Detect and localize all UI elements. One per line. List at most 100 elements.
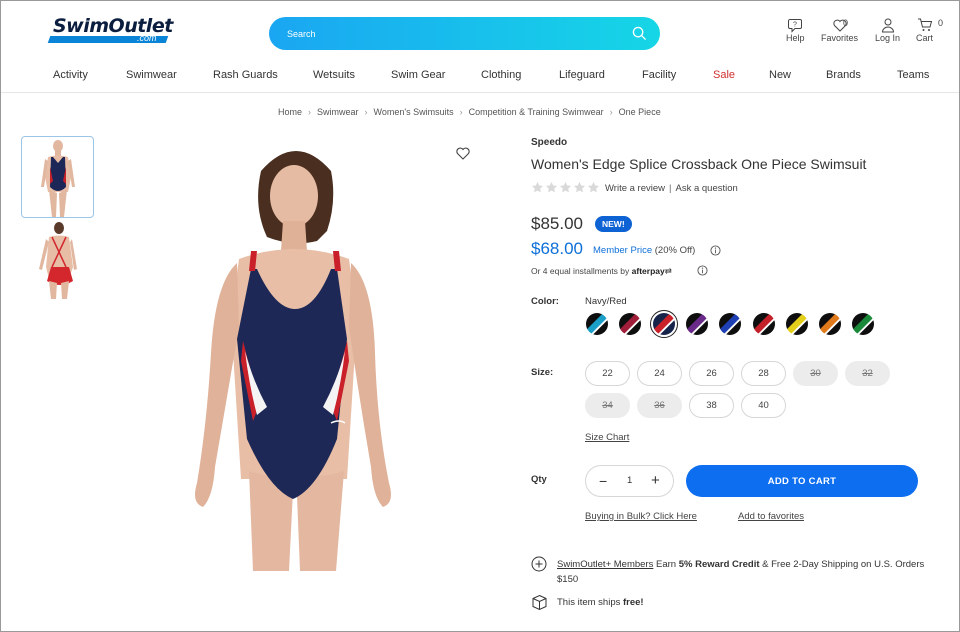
cart-link[interactable]: 0 Cart (916, 17, 943, 43)
star-icon (531, 181, 544, 193)
size-option: 30 (793, 361, 838, 386)
qty-decrease-button[interactable]: − (599, 473, 607, 489)
member-price-label: Member Price (20% Off) (593, 245, 695, 256)
qty-value[interactable]: 1 (627, 475, 632, 486)
product-main-image[interactable] (191, 141, 401, 571)
add-to-favorites-link[interactable]: Add to favorites (738, 511, 804, 522)
chevron-right-icon: › (364, 107, 368, 117)
breadcrumb-competition[interactable]: Competition & Training Swimwear (469, 107, 604, 117)
favorites-label: Favorites (821, 33, 859, 43)
star-icon (573, 181, 586, 193)
cart-label: Cart (916, 33, 934, 43)
member-discount: (20% Off) (654, 245, 696, 256)
nav-swim-gear[interactable]: Swim Gear (391, 69, 445, 81)
color-swatch[interactable] (852, 313, 875, 335)
rating-stars[interactable] (531, 181, 600, 194)
afterpay-text: Or 4 equal installments by (531, 266, 630, 276)
box-icon (532, 594, 547, 611)
favorite-heart-icon[interactable] (455, 145, 471, 161)
nav-brands[interactable]: Brands (826, 69, 861, 81)
color-swatch[interactable] (619, 313, 642, 335)
breadcrumb-one-piece[interactable]: One Piece (619, 107, 661, 117)
plus-circle-icon (531, 556, 547, 572)
size-chart-link[interactable]: Size Chart (585, 432, 629, 443)
svg-text:?: ? (793, 22, 797, 29)
rewards-link[interactable]: SwimOutlet+ Members (557, 559, 653, 570)
info-icon[interactable] (710, 245, 721, 256)
review-links: Write a review | Ask a question (605, 183, 738, 194)
favorites-count: 0 (843, 18, 849, 28)
color-swatch[interactable] (785, 313, 808, 335)
favorites-link[interactable]: 0 Favorites (821, 17, 858, 43)
size-option[interactable]: 40 (741, 393, 786, 418)
breadcrumb: Home › Swimwear › Women's Swimsuits › Competit… (278, 107, 661, 117)
ask-question-link[interactable]: Ask a question (675, 183, 737, 194)
login-link[interactable]: Log In (875, 17, 900, 43)
color-swatch[interactable] (752, 313, 775, 335)
size-option[interactable]: 22 (585, 361, 630, 386)
size-option: 32 (845, 361, 890, 386)
chevron-right-icon: › (308, 107, 312, 117)
color-label: Color: (531, 296, 559, 307)
size-option[interactable]: 38 (689, 393, 734, 418)
nav-clothing[interactable]: Clothing (481, 69, 521, 81)
write-review-link[interactable]: Write a review (605, 183, 665, 194)
nav-teams[interactable]: Teams (897, 69, 929, 81)
nav-facility[interactable]: Facility (642, 69, 676, 81)
afterpay-line: Or 4 equal installments by afterpay⇄ (531, 266, 672, 277)
add-to-cart-button[interactable]: ADD TO CART (686, 465, 918, 497)
size-option[interactable]: 28 (741, 361, 786, 386)
member-price: $68.00 (531, 239, 583, 258)
size-option: 34 (585, 393, 630, 418)
product-title: Women's Edge Splice Crossback One Piece … (531, 156, 867, 172)
size-option: 36 (637, 393, 682, 418)
info-icon[interactable] (697, 265, 708, 276)
nav-activity[interactable]: Activity (53, 69, 88, 81)
nav-swimwear[interactable]: Swimwear (126, 69, 177, 81)
star-icon (559, 181, 572, 193)
color-swatch[interactable] (586, 313, 608, 335)
chevron-right-icon: › (459, 107, 463, 117)
cart-count: 0 (938, 18, 944, 28)
help-icon: ? (788, 19, 803, 33)
logo-dotcom: .com (137, 33, 157, 43)
swimoutlet-logo[interactable]: SwimOutlet .com (47, 15, 173, 45)
color-swatch[interactable] (719, 313, 742, 335)
search-input[interactable] (287, 25, 617, 43)
help-link[interactable]: ? Help (786, 17, 805, 43)
member-price-text[interactable]: Member Price (593, 245, 652, 256)
divider: | (669, 183, 672, 194)
rewards-info: SwimOutlet+ Members Earn 5% Reward Credi… (557, 557, 927, 587)
ships-text: This item ships (557, 597, 621, 608)
user-icon (881, 18, 894, 33)
search-icon[interactable] (632, 26, 647, 41)
rewards-credit: 5% Reward Credit (678, 559, 760, 570)
nav-sale[interactable]: Sale (713, 69, 735, 81)
afterpay-arrows-icon: ⇄ (664, 266, 672, 276)
cart-icon (917, 18, 932, 31)
nav-lifeguard[interactable]: Lifeguard (559, 69, 605, 81)
new-badge: NEW! (595, 216, 632, 232)
breadcrumb-womens-swimsuits[interactable]: Women's Swimsuits (374, 107, 454, 117)
chevron-right-icon: › (609, 107, 613, 117)
color-swatch[interactable] (685, 313, 708, 335)
breadcrumb-home[interactable]: Home (278, 107, 302, 117)
nav-rash-guards[interactable]: Rash Guards (213, 69, 278, 81)
color-swatch[interactable] (649, 310, 678, 338)
product-brand[interactable]: Speedo (531, 137, 567, 148)
nav-wetsuits[interactable]: Wetsuits (313, 69, 355, 81)
bulk-order-link[interactable]: Buying in Bulk? Click Here (585, 511, 697, 522)
search-bar[interactable] (269, 17, 660, 50)
color-swatch[interactable] (819, 313, 842, 335)
star-icon (545, 181, 558, 193)
size-option[interactable]: 26 (689, 361, 734, 386)
selected-color: Navy/Red (585, 296, 627, 307)
size-option[interactable]: 24 (637, 361, 682, 386)
thumbnail-front[interactable] (21, 136, 94, 218)
qty-increase-button[interactable]: + (651, 472, 660, 489)
nav-new[interactable]: New (769, 69, 791, 81)
breadcrumb-swimwear[interactable]: Swimwear (317, 107, 359, 117)
swimsuit-back-thumbnail-image (39, 222, 77, 299)
thumbnail-back[interactable] (21, 219, 94, 301)
afterpay-logo: afterpay (631, 266, 665, 276)
